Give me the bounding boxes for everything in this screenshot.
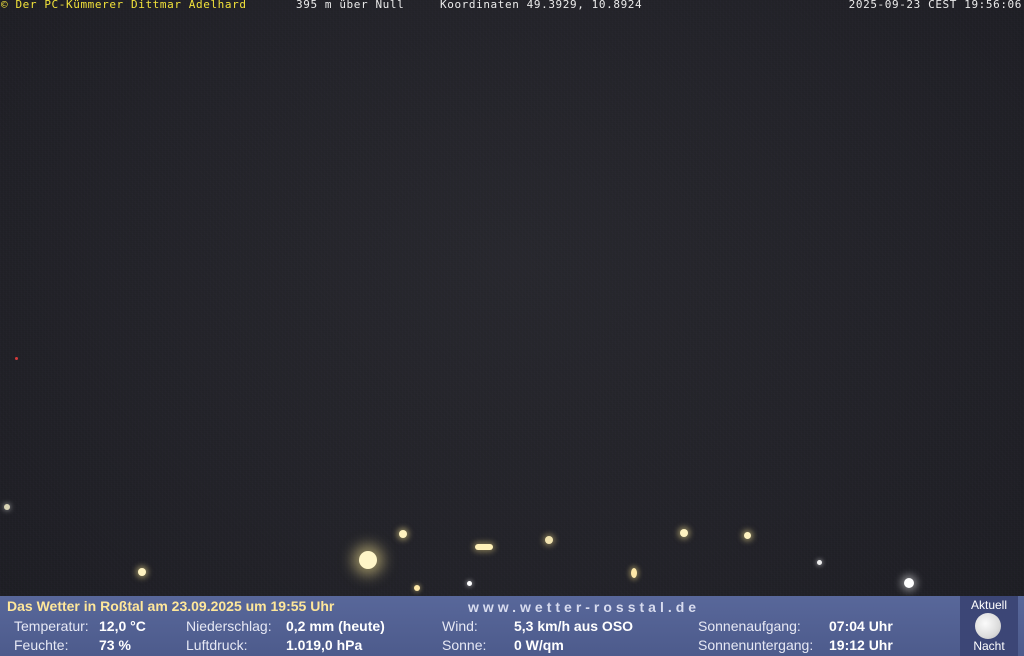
website-link[interactable]: www.wetter-rosstal.de bbox=[468, 599, 700, 615]
current-label: Aktuell bbox=[970, 598, 1008, 612]
wind-value: 5,3 km/h aus OSO bbox=[514, 618, 634, 634]
timestamp-text: 2025-09-23 CEST 19:56:06 bbox=[848, 0, 1022, 11]
sunset-value: 19:12 Uhr bbox=[829, 637, 893, 653]
town-lights bbox=[0, 357, 1024, 600]
humidity-value: 73 % bbox=[99, 637, 131, 653]
altitude-text: 395 m über Null bbox=[296, 0, 405, 11]
sun-label: Sonne: bbox=[442, 637, 487, 653]
sunrise-value: 07:04 Uhr bbox=[829, 618, 893, 634]
moon-icon bbox=[975, 613, 1001, 639]
weather-heading: Das Wetter in Roßtal am 23.09.2025 um 19… bbox=[7, 598, 335, 614]
webcam-image: © Der PC-Kümmerer Dittmar Adelhard 395 m… bbox=[0, 0, 1024, 656]
street-light bbox=[475, 544, 493, 550]
sunset-label: Sonnenuntergang: bbox=[698, 637, 814, 653]
copyright-text: © Der PC-Kümmerer Dittmar Adelhard bbox=[1, 0, 247, 11]
street-light bbox=[631, 568, 637, 578]
street-light bbox=[904, 578, 914, 588]
day-night-badge: Aktuell Nacht bbox=[960, 596, 1018, 656]
street-light bbox=[399, 530, 407, 538]
precipitation-value: 0,2 mm (heute) bbox=[286, 618, 385, 634]
phase-label: Nacht bbox=[973, 639, 1005, 653]
wind-label: Wind: bbox=[442, 618, 478, 634]
pressure-label: Luftdruck: bbox=[186, 637, 248, 653]
street-light bbox=[817, 560, 822, 565]
street-light bbox=[4, 504, 10, 510]
pressure-value: 1.019,0 hPa bbox=[286, 637, 363, 653]
street-light bbox=[680, 529, 688, 537]
street-light bbox=[744, 532, 751, 539]
street-light bbox=[359, 551, 377, 569]
street-light bbox=[414, 585, 420, 591]
sunrise-label: Sonnenaufgang: bbox=[698, 618, 801, 634]
temperature-value: 12,0 °C bbox=[99, 618, 146, 634]
weather-panel: Das Wetter in Roßtal am 23.09.2025 um 19… bbox=[0, 596, 1024, 656]
street-light bbox=[545, 536, 553, 544]
street-light bbox=[15, 357, 18, 360]
precipitation-label: Niederschlag: bbox=[186, 618, 272, 634]
temperature-label: Temperatur: bbox=[14, 618, 89, 634]
humidity-label: Feuchte: bbox=[14, 637, 69, 653]
coordinates-text: Koordinaten 49.3929, 10.8924 bbox=[440, 0, 643, 11]
street-light bbox=[467, 581, 472, 586]
sun-value: 0 W/qm bbox=[514, 637, 564, 653]
webcam-info-bar: © Der PC-Kümmerer Dittmar Adelhard 395 m… bbox=[0, 0, 1024, 12]
street-light bbox=[138, 568, 146, 576]
